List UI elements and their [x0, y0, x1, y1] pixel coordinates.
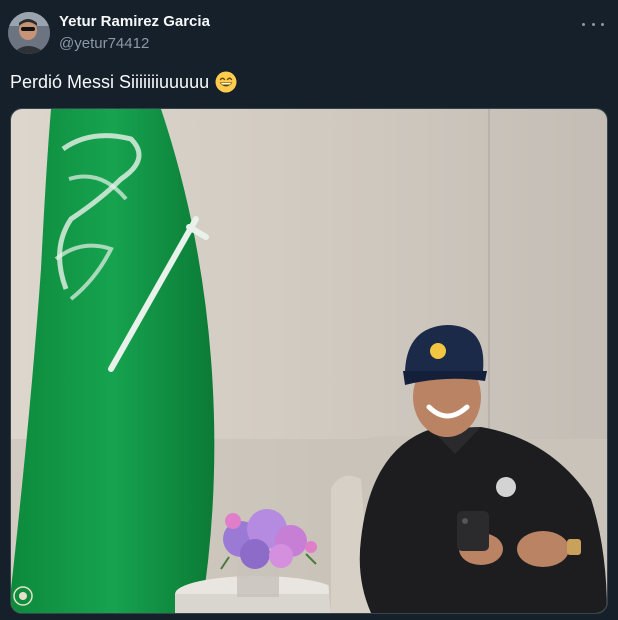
author-display-name[interactable]: Yetur Ramirez Garcia — [59, 12, 210, 32]
tweet-photo[interactable] — [10, 108, 608, 614]
tweet-header: Yetur Ramirez Garcia @yetur74412 — [8, 8, 610, 56]
more-options-icon[interactable] — [582, 16, 604, 32]
author-handle[interactable]: @yetur74412 — [59, 34, 210, 54]
tweet-body: Perdió Messi Siiiiiiiuuuuu — [10, 72, 210, 92]
photo-image — [11, 109, 607, 613]
avatar[interactable] — [8, 12, 50, 54]
grinning-emoji-icon — [215, 71, 237, 93]
tweet-text: Perdió Messi Siiiiiiiuuuuu — [10, 70, 237, 94]
user-avatar-icon — [8, 12, 50, 54]
